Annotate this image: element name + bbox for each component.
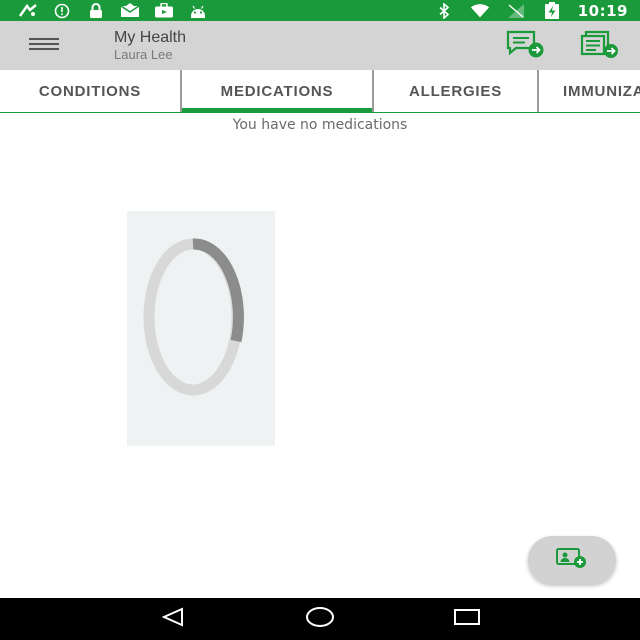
hamburger-icon [29,36,59,55]
add-medication-button[interactable] [528,536,616,584]
loading-spinner [127,211,275,446]
app-bar-actions [504,30,640,62]
signal-icon [506,3,526,19]
android-icon [188,3,208,19]
navigation-bar [0,598,640,640]
tab-conditions[interactable]: CONDITIONS [0,70,180,112]
recents-icon [453,607,481,631]
patient-name: Laura Lee [114,47,173,62]
mail-icon [120,3,140,19]
screen: 10:19 My Health Laura Lee CONDITIONS MED… [0,0,640,640]
notification-icons [0,0,208,21]
share-record-button[interactable] [578,30,622,62]
clock: 10:19 [577,1,628,20]
message-forward-icon [506,30,546,62]
wifi-icon [470,3,490,19]
alert-circle-icon [52,3,72,19]
title-block: My Health Laura Lee [114,29,186,62]
bluetooth-icon [434,2,454,19]
spinner-icon [143,238,244,396]
battery-charging-icon [542,1,562,19]
tab-bar: CONDITIONS MEDICATIONS ALLERGIES IMMUNIZ… [0,70,640,113]
send-message-button[interactable] [504,30,548,62]
document-forward-icon [580,30,620,62]
tab-medications[interactable]: MEDICATIONS [180,70,374,112]
fax-icon [18,3,38,19]
status-bar: 10:19 [0,0,640,21]
lock-icon [86,2,106,19]
system-icons: 10:19 [434,0,640,21]
tab-immunizations[interactable]: IMMUNIZATIONS [537,70,640,112]
page-title: My Health [114,29,187,46]
recents-button[interactable] [442,598,492,640]
briefcase-icon [154,3,174,19]
home-button[interactable] [295,598,345,640]
app-bar: My Health Laura Lee [0,21,640,70]
menu-button[interactable] [14,21,74,70]
empty-state-message: You have no medications [232,117,408,133]
back-icon [160,606,186,632]
add-card-icon [555,547,589,573]
back-button[interactable] [148,598,198,640]
home-icon [304,606,336,632]
tab-allergies[interactable]: ALLERGIES [374,70,537,112]
